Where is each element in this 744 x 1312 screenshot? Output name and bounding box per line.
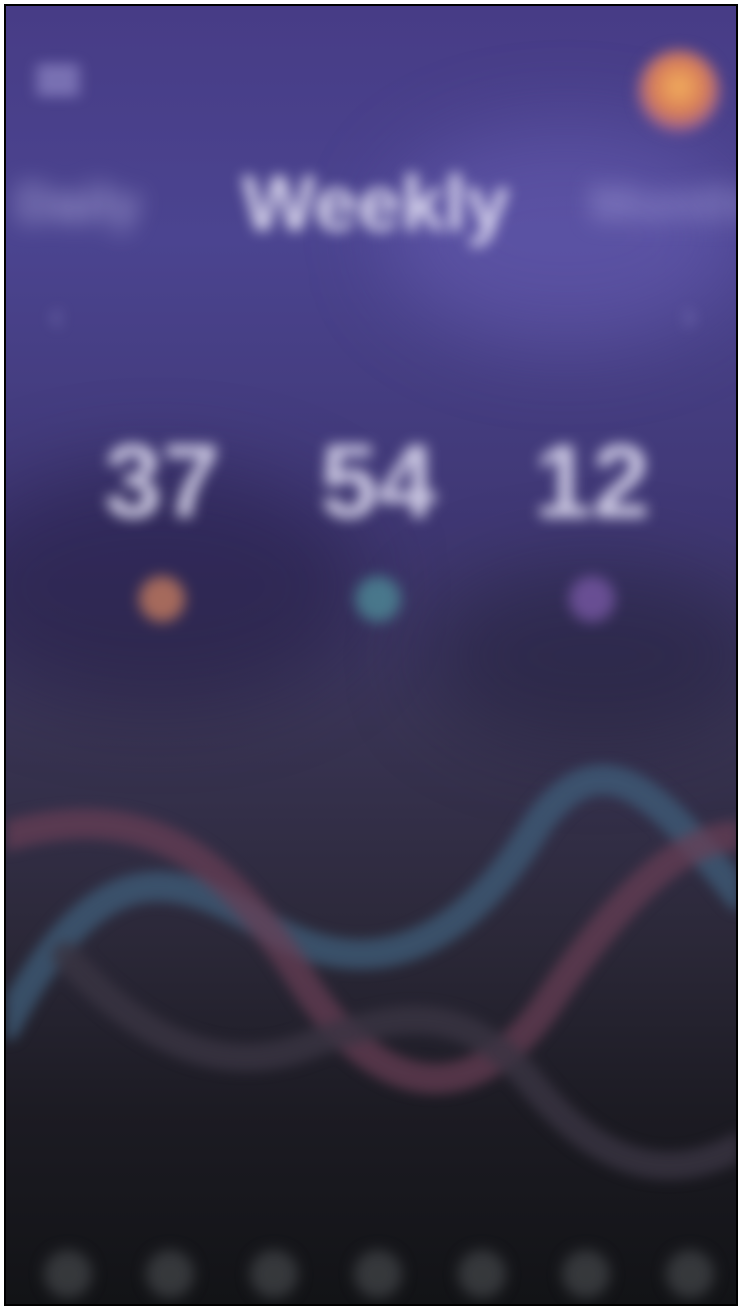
date-navigator: ‹ › (6, 288, 736, 348)
nav-item[interactable] (250, 1250, 298, 1298)
nav-item[interactable] (146, 1250, 194, 1298)
nav-item[interactable] (666, 1250, 714, 1298)
activity-wave-chart (6, 764, 736, 1180)
nav-item[interactable] (354, 1250, 402, 1298)
stat-card[interactable]: 12 (502, 426, 682, 622)
tab-daily[interactable]: Daily (16, 174, 140, 234)
stat-value: 37 (104, 424, 220, 540)
user-avatar[interactable] (638, 50, 720, 132)
nav-item[interactable] (458, 1250, 506, 1298)
stat-color-dot (355, 576, 401, 622)
bottom-navigation (6, 1236, 736, 1304)
chevron-left-icon[interactable]: ‹ (50, 294, 63, 339)
chevron-right-icon[interactable]: › (683, 294, 696, 339)
nav-item[interactable] (44, 1250, 92, 1298)
stat-card[interactable]: 37 (72, 426, 252, 622)
nav-item[interactable] (562, 1250, 610, 1298)
stat-color-dot (139, 576, 185, 622)
period-tabs: Daily Weekly Monthly (6, 154, 736, 247)
hamburger-menu-icon[interactable] (36, 61, 80, 95)
stat-color-dot (569, 576, 615, 622)
stat-value: 12 (534, 424, 650, 540)
stats-summary: 37 54 12 (6, 426, 736, 686)
tab-weekly[interactable]: Weekly (242, 158, 509, 249)
stat-value: 54 (320, 424, 436, 540)
tab-monthly[interactable]: Monthly (590, 174, 736, 234)
stat-card[interactable]: 54 (288, 426, 468, 622)
app-screen: Daily Weekly Monthly ‹ › 37 54 12 (4, 4, 738, 1306)
